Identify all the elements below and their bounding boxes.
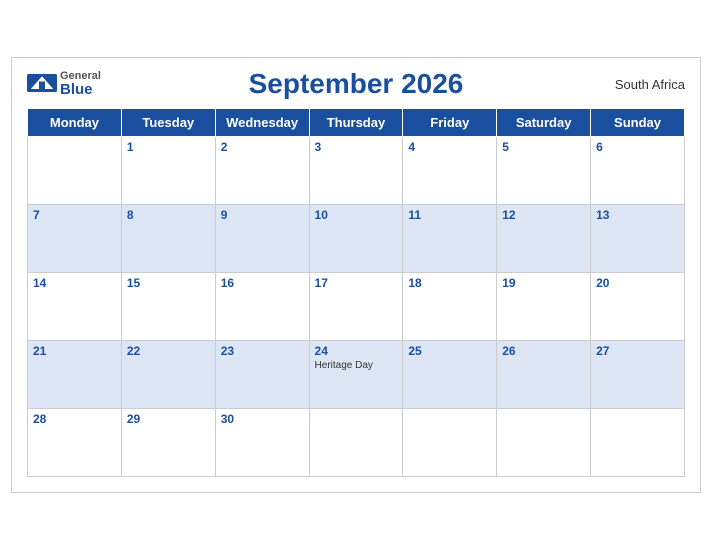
calendar-cell: 29 bbox=[121, 409, 215, 477]
day-number: 21 bbox=[33, 344, 116, 358]
calendar-cell: 21 bbox=[28, 341, 122, 409]
col-tuesday: Tuesday bbox=[121, 109, 215, 137]
day-number: 22 bbox=[127, 344, 210, 358]
day-number: 5 bbox=[502, 140, 585, 154]
calendar-cell: 10 bbox=[309, 205, 403, 273]
calendar-cell: 28 bbox=[28, 409, 122, 477]
day-number: 20 bbox=[596, 276, 679, 290]
col-monday: Monday bbox=[28, 109, 122, 137]
logo-area: General Blue bbox=[27, 71, 101, 97]
calendar-cell bbox=[497, 409, 591, 477]
day-number: 12 bbox=[502, 208, 585, 222]
calendar-container: General Blue September 2026 South Africa… bbox=[11, 57, 701, 493]
col-wednesday: Wednesday bbox=[215, 109, 309, 137]
day-number: 25 bbox=[408, 344, 491, 358]
logo-blue-text: Blue bbox=[60, 82, 101, 97]
calendar-cell: 16 bbox=[215, 273, 309, 341]
day-number: 29 bbox=[127, 412, 210, 426]
col-saturday: Saturday bbox=[497, 109, 591, 137]
calendar-title: September 2026 bbox=[249, 68, 464, 100]
calendar-header: General Blue September 2026 South Africa bbox=[27, 68, 685, 100]
calendar-cell: 3 bbox=[309, 137, 403, 205]
day-number: 26 bbox=[502, 344, 585, 358]
calendar-week-row: 14 15 16 17 18 19 20 bbox=[28, 273, 685, 341]
day-number: 7 bbox=[33, 208, 116, 222]
day-number: 8 bbox=[127, 208, 210, 222]
col-thursday: Thursday bbox=[309, 109, 403, 137]
calendar-cell: 11 bbox=[403, 205, 497, 273]
calendar-cell: 22 bbox=[121, 341, 215, 409]
day-number: 3 bbox=[315, 140, 398, 154]
calendar-cell: 20 bbox=[591, 273, 685, 341]
calendar-cell: 5 bbox=[497, 137, 591, 205]
day-number: 4 bbox=[408, 140, 491, 154]
calendar-week-row: 789 10 11 12 13 bbox=[28, 205, 685, 273]
calendar-cell: 17 bbox=[309, 273, 403, 341]
weekday-header-row: Monday Tuesday Wednesday Thursday Friday… bbox=[28, 109, 685, 137]
calendar-week-row: 28 29 30 bbox=[28, 409, 685, 477]
country-label: South Africa bbox=[615, 77, 685, 92]
calendar-grid: Monday Tuesday Wednesday Thursday Friday… bbox=[27, 108, 685, 477]
day-number: 10 bbox=[315, 208, 398, 222]
day-number: 24 bbox=[315, 344, 398, 358]
calendar-cell bbox=[309, 409, 403, 477]
day-number: 11 bbox=[408, 208, 491, 222]
calendar-cell: 4 bbox=[403, 137, 497, 205]
day-number: 13 bbox=[596, 208, 679, 222]
day-number: 18 bbox=[408, 276, 491, 290]
day-number: 9 bbox=[221, 208, 304, 222]
calendar-week-row: 123456 bbox=[28, 137, 685, 205]
col-sunday: Sunday bbox=[591, 109, 685, 137]
calendar-cell: 14 bbox=[28, 273, 122, 341]
col-friday: Friday bbox=[403, 109, 497, 137]
day-number: 16 bbox=[221, 276, 304, 290]
calendar-cell bbox=[28, 137, 122, 205]
calendar-cell: 15 bbox=[121, 273, 215, 341]
calendar-cell: 18 bbox=[403, 273, 497, 341]
day-number: 15 bbox=[127, 276, 210, 290]
calendar-cell: 2 bbox=[215, 137, 309, 205]
calendar-cell: 7 bbox=[28, 205, 122, 273]
day-number: 6 bbox=[596, 140, 679, 154]
logo-icon bbox=[27, 74, 57, 92]
calendar-cell: 6 bbox=[591, 137, 685, 205]
day-number: 23 bbox=[221, 344, 304, 358]
calendar-cell: 8 bbox=[121, 205, 215, 273]
day-number: 2 bbox=[221, 140, 304, 154]
day-number: 19 bbox=[502, 276, 585, 290]
calendar-cell: 9 bbox=[215, 205, 309, 273]
day-number: 28 bbox=[33, 412, 116, 426]
event-label: Heritage Day bbox=[315, 360, 398, 371]
day-number: 27 bbox=[596, 344, 679, 358]
calendar-cell: 30 bbox=[215, 409, 309, 477]
calendar-cell: 25 bbox=[403, 341, 497, 409]
calendar-cell bbox=[403, 409, 497, 477]
calendar-cell: 24 Heritage Day bbox=[309, 341, 403, 409]
calendar-cell: 1 bbox=[121, 137, 215, 205]
calendar-cell: 27 bbox=[591, 341, 685, 409]
calendar-body: 123456789101112131415161718192021222324H… bbox=[28, 137, 685, 477]
day-number: 1 bbox=[127, 140, 210, 154]
day-number: 30 bbox=[221, 412, 304, 426]
calendar-cell: 26 bbox=[497, 341, 591, 409]
calendar-cell: 13 bbox=[591, 205, 685, 273]
calendar-cell: 12 bbox=[497, 205, 591, 273]
day-number: 14 bbox=[33, 276, 116, 290]
calendar-cell bbox=[591, 409, 685, 477]
calendar-cell: 19 bbox=[497, 273, 591, 341]
calendar-cell: 23 bbox=[215, 341, 309, 409]
day-number: 17 bbox=[315, 276, 398, 290]
calendar-week-row: 21 22 23 24 Heritage Day 25 26 27 bbox=[28, 341, 685, 409]
